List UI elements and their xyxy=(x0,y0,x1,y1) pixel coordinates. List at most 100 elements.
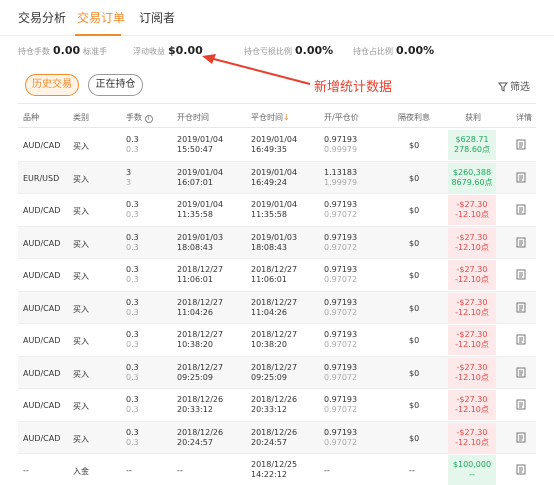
row-profit: $260,388 8679.60点 xyxy=(448,162,496,193)
row-swap: $0 xyxy=(409,141,420,150)
row-open-time: 2018/12/27 11:06:01 xyxy=(177,265,224,284)
detail-icon[interactable] xyxy=(516,269,526,282)
col-swap: 隔夜利息 xyxy=(398,113,430,122)
col-close-time[interactable]: 平仓时间↓ xyxy=(251,112,290,123)
annotation-arrow-icon xyxy=(202,54,311,85)
table-header: 品种 类别 手数 i 开仓时间 平仓时间↓ 开/平仓价 隔夜利息 获利 详情 xyxy=(18,104,536,128)
tab-trade-analysis[interactable]: 交易分析 xyxy=(18,9,66,26)
col-detail: 详情 xyxy=(516,113,532,122)
row-swap: $0 xyxy=(409,368,420,378)
row-lots: -- xyxy=(126,466,132,475)
row-swap: $0 xyxy=(409,401,420,410)
detail-icon[interactable] xyxy=(516,334,526,347)
row-swap: $0 xyxy=(409,173,420,183)
filter-button[interactable]: 筛选 xyxy=(498,78,530,93)
detail-icon[interactable] xyxy=(516,432,526,445)
detail-icon[interactable] xyxy=(516,399,526,412)
col-profit: 获利 xyxy=(465,113,481,122)
row-type: 买入 xyxy=(73,272,89,281)
col-lots-label: 手数 xyxy=(126,113,142,122)
row-open-time: 2018/12/27 09:25:09 xyxy=(177,362,224,382)
row-close-time: 2018/12/27 11:06:01 xyxy=(251,265,298,284)
table-row: EUR/USD 买入 33 2019/01/04 16:07:01 2019/01… xyxy=(18,161,536,194)
detail-icon[interactable] xyxy=(516,237,526,250)
row-profit: -$27.30 -12.10点 xyxy=(448,260,496,290)
row-lots: 0.3 0.3 xyxy=(126,265,139,284)
row-lots: 0.3 0.3 xyxy=(126,330,139,349)
history-trades-button[interactable]: 历史交易 xyxy=(25,74,79,96)
row-type: 买入 xyxy=(73,337,89,346)
row-open-time: 2018/12/26 20:33:12 xyxy=(177,395,224,414)
row-swap: $0 xyxy=(409,336,420,345)
row-close-time: 2018/12/25 14:22:12 xyxy=(251,460,298,479)
row-open-time: 2018/12/26 20:24:57 xyxy=(177,427,224,447)
detail-icon[interactable] xyxy=(516,302,526,315)
row-profit: -$27.30 -12.10点 xyxy=(448,422,496,453)
table-row: AUD/CAD 买入 0.3 0.3 2018/12/26 20:24:57 201… xyxy=(18,421,536,454)
detail-icon[interactable] xyxy=(516,464,526,477)
tab-bar: 交易分析 交易订单 订阅者 xyxy=(0,0,554,36)
row-type: 入金 xyxy=(73,467,89,476)
table-row: AUD/CAD 买入 0.3 0.3 2018/12/27 11:04:26 201… xyxy=(18,291,536,324)
row-open-time: 2019/01/04 16:07:01 xyxy=(177,167,224,187)
row-lots: 0.3 0.3 xyxy=(126,200,139,219)
row-price: 0.97193 0.97072 xyxy=(324,297,358,317)
stat-float: 浮动收益 $0.00 xyxy=(133,44,206,57)
filter-label: 筛选 xyxy=(510,82,530,93)
row-close-time: 2018/12/26 20:24:57 xyxy=(251,427,298,447)
row-symbol: AUD/CAD xyxy=(23,238,61,248)
stat-lots-value: 0.00 xyxy=(53,44,81,57)
table-row: AUD/CAD 买入 0.3 0.3 2019/01/04 11:35:58 201… xyxy=(18,194,536,227)
detail-icon[interactable] xyxy=(516,172,526,185)
row-close-time: 2018/12/27 10:38:20 xyxy=(251,330,298,349)
table-row: AUD/CAD 买入 0.3 0.3 2018/12/26 20:33:12 201… xyxy=(18,389,536,422)
row-swap: -- xyxy=(409,466,415,475)
row-profit: -$27.30 -12.10点 xyxy=(448,292,496,323)
row-price: 0.97193 0.99979 xyxy=(324,135,358,154)
detail-icon[interactable] xyxy=(516,367,526,380)
row-swap: $0 xyxy=(409,271,420,280)
row-open-time: 2019/01/03 18:08:43 xyxy=(177,232,224,252)
row-lots: 0.3 0.3 xyxy=(126,135,139,154)
row-price: 0.97193 0.97072 xyxy=(324,200,358,219)
row-lots: 0.3 0.3 xyxy=(126,362,139,382)
row-profit: -$27.30 -12.10点 xyxy=(448,325,496,355)
col-open-time: 开仓时间 xyxy=(177,113,209,122)
row-close-time: 2018/12/26 20:33:12 xyxy=(251,395,298,414)
row-type: 买入 xyxy=(73,434,89,444)
row-symbol: AUD/CAD xyxy=(23,368,61,378)
stat-lots-label: 持仓手数 xyxy=(18,47,50,56)
row-profit: -$27.30 -12.10点 xyxy=(448,357,496,388)
row-price: 0.97193 0.97072 xyxy=(324,330,358,349)
row-close-time: 2018/12/27 11:04:26 xyxy=(251,297,298,317)
row-swap: $0 xyxy=(409,206,420,215)
info-icon[interactable]: i xyxy=(144,115,153,123)
row-lots: 33 xyxy=(126,167,132,187)
tab-trade-orders[interactable]: 交易订单 xyxy=(77,9,125,26)
stat-float-label: 浮动收益 xyxy=(133,47,165,56)
row-profit: -$27.30 -12.10点 xyxy=(448,195,496,225)
row-open-time: 2019/01/04 15:50:47 xyxy=(177,135,224,154)
row-open-time: 2018/12/27 10:38:20 xyxy=(177,330,224,349)
stat-ratio: 持仓占比例 0.00% xyxy=(353,44,437,57)
row-close-time: 2019/01/04 11:35:58 xyxy=(251,200,298,219)
row-price: 0.97193 0.97072 xyxy=(324,395,358,414)
table-row: AUD/CAD 买入 0.3 0.3 2019/01/04 15:50:47 201… xyxy=(18,129,536,162)
stat-float-value: $0.00 xyxy=(168,44,203,57)
detail-icon[interactable] xyxy=(516,139,526,152)
stat-ratio-label: 持仓占比例 xyxy=(353,47,393,56)
row-lots: 0.3 0.3 xyxy=(126,427,139,447)
detail-icon[interactable] xyxy=(516,204,526,217)
row-type: 买入 xyxy=(73,239,89,249)
stat-ratio-value: 0.00% xyxy=(396,44,435,57)
row-price: 1.13183 1.99979 xyxy=(324,167,358,187)
tab-subscribers[interactable]: 订阅者 xyxy=(139,9,175,26)
open-positions-button[interactable]: 正在持仓 xyxy=(88,74,143,96)
row-type: 买入 xyxy=(73,174,89,184)
row-symbol: AUD/CAD xyxy=(23,271,61,280)
row-open-time: -- xyxy=(177,466,183,475)
row-symbol: AUD/CAD xyxy=(23,141,61,150)
row-close-time: 2018/12/27 09:25:09 xyxy=(251,362,298,382)
row-symbol: EUR/USD xyxy=(23,173,60,183)
row-profit: $628.71 278.60点 xyxy=(448,130,496,160)
